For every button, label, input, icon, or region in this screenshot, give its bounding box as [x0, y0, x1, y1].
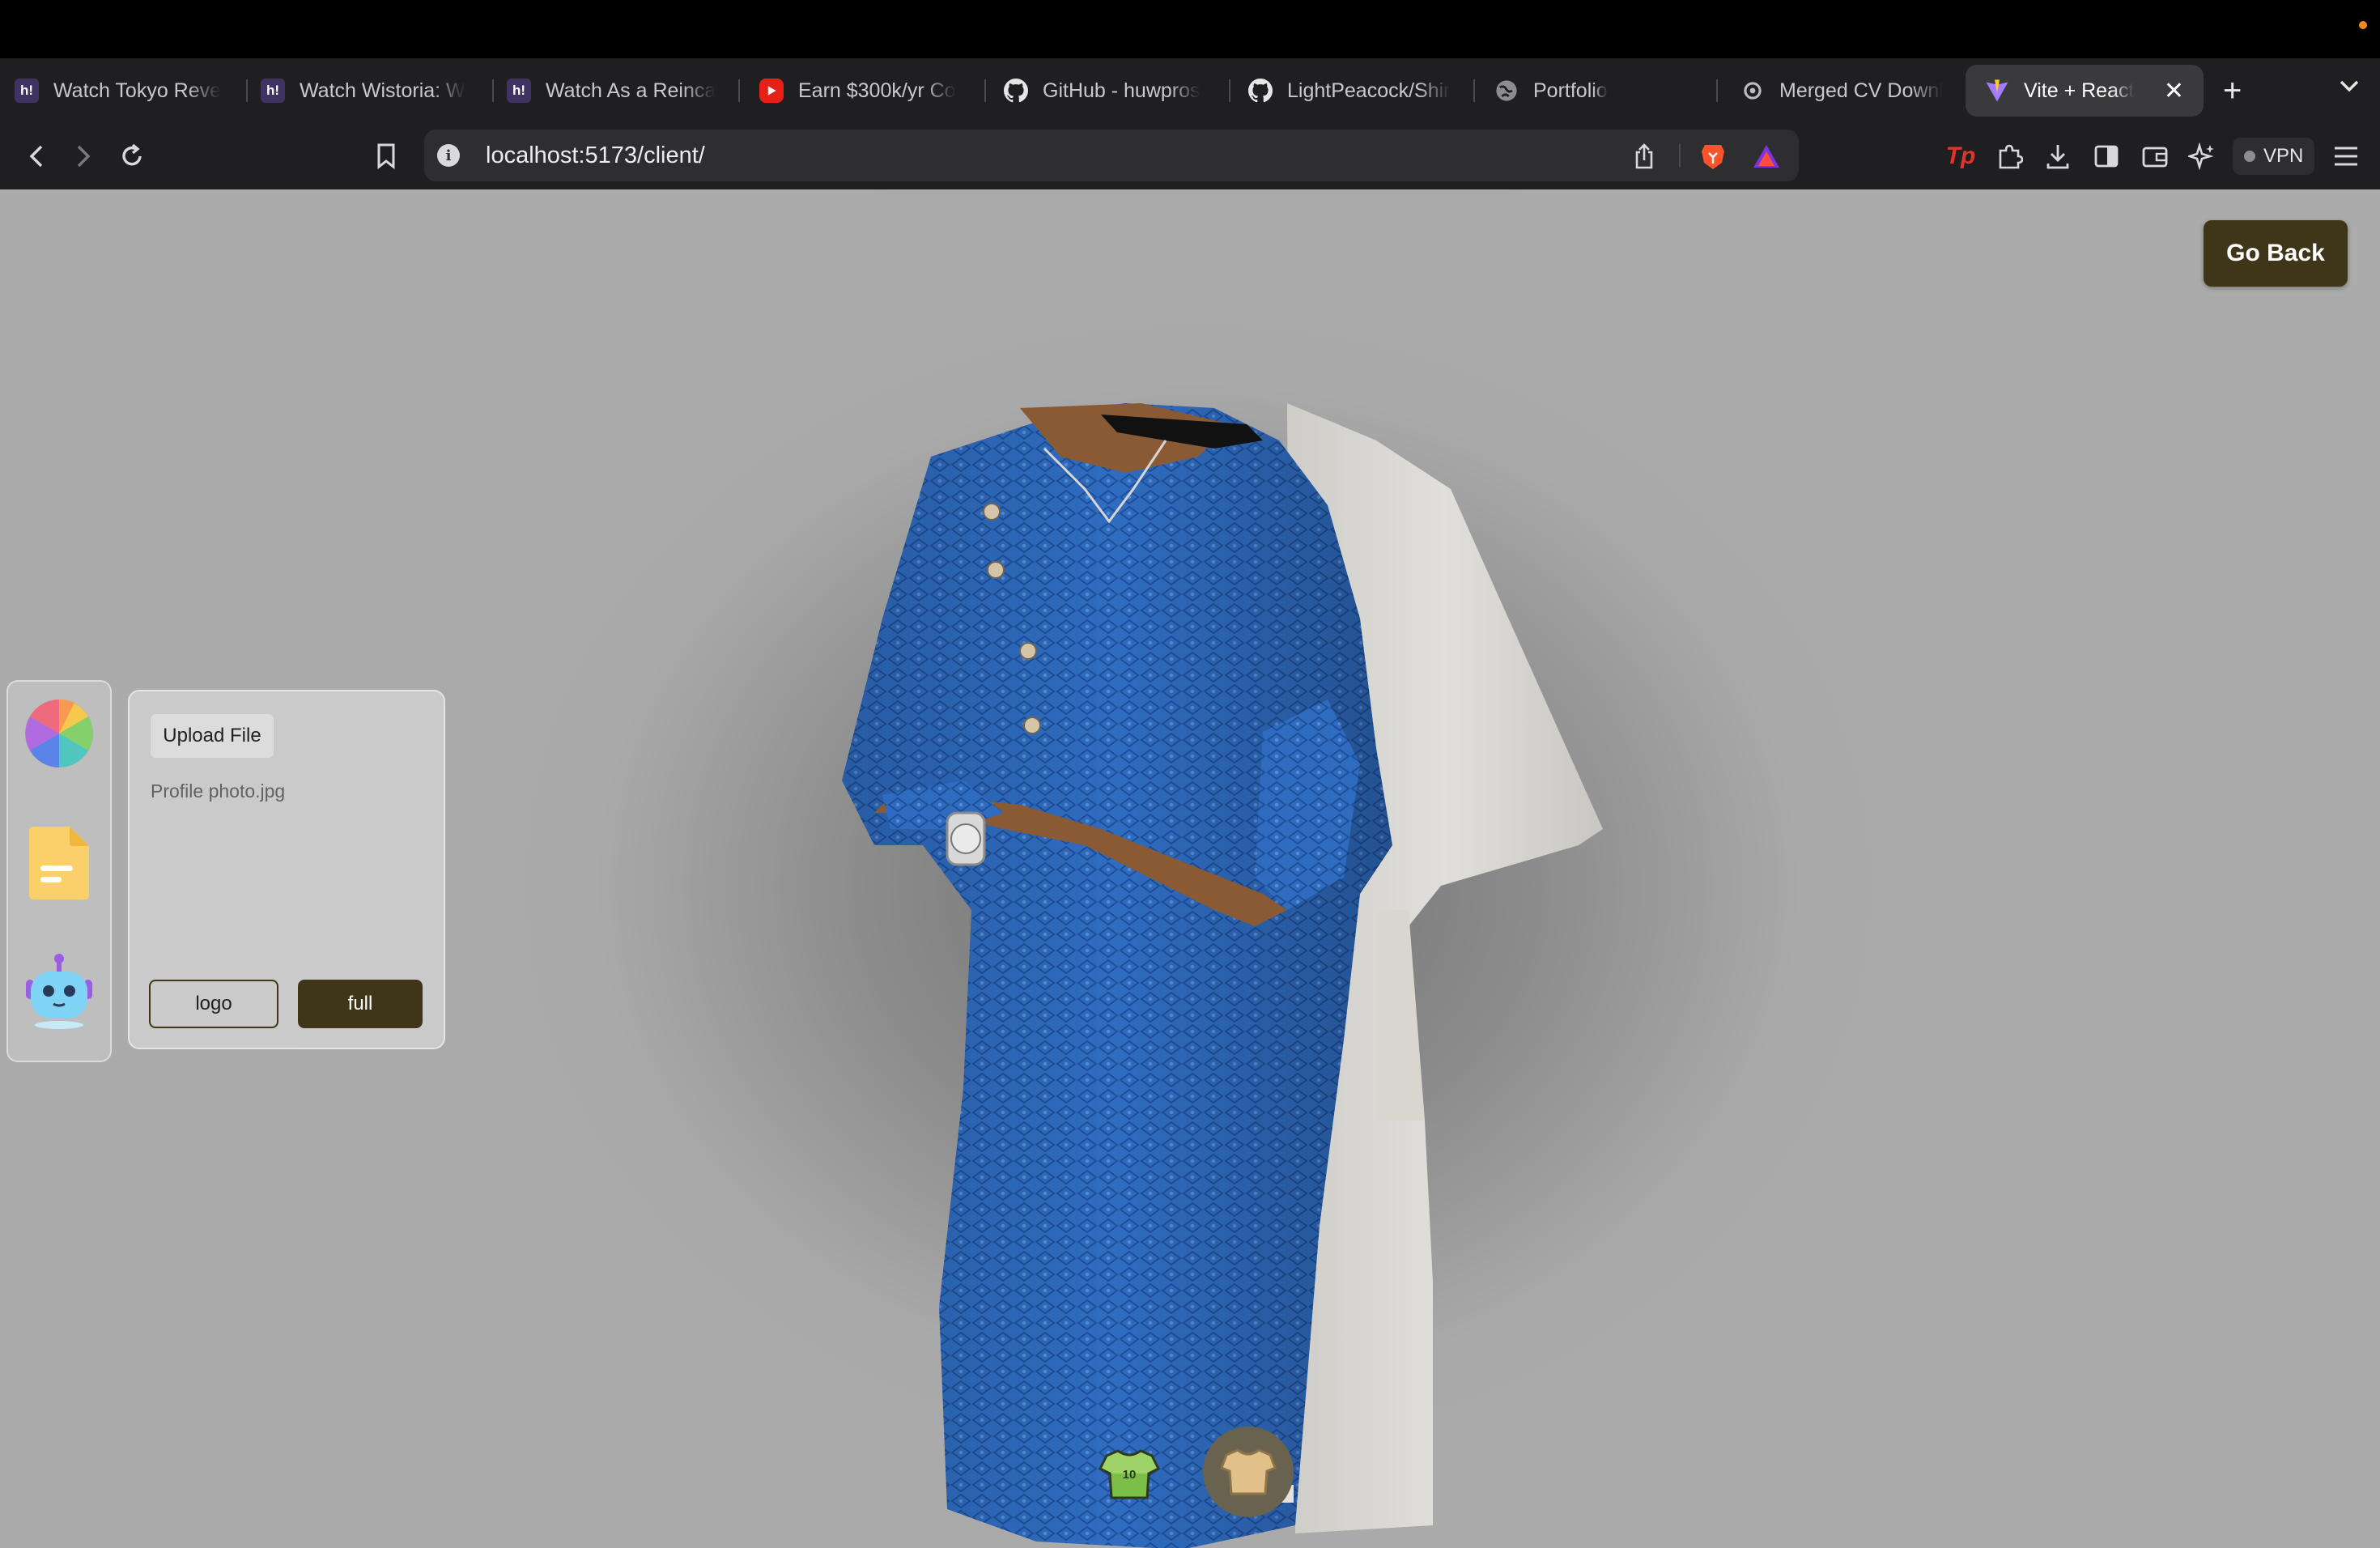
notification-dot-icon	[2359, 21, 2367, 29]
robot-icon	[26, 954, 92, 1029]
vite-icon	[1985, 79, 2009, 103]
tab-5[interactable]: GitHub - huwpros	[1004, 65, 1216, 117]
filter-tabs: 10	[1094, 1420, 1297, 1517]
ai-picker-tab[interactable]	[24, 952, 94, 1030]
tab-vite-react[interactable]: Vite + React ✕	[1966, 65, 2204, 117]
editor-tabs-sidebar	[6, 680, 112, 1062]
share-icon[interactable]	[1627, 139, 1661, 173]
tab-2[interactable]: h! Watch Wistoria: W	[261, 65, 479, 117]
file-icon	[29, 827, 89, 899]
url-text[interactable]: localhost:5173/client/	[486, 142, 705, 169]
selected-file-name: Profile photo.jpg	[151, 780, 286, 802]
stylish-shirt-tab[interactable]	[1203, 1427, 1294, 1517]
jersey-icon: 10	[1099, 1449, 1160, 1499]
new-tab-button[interactable]: +	[2223, 68, 2242, 113]
os-menu-bar	[0, 0, 2380, 58]
bookmark-icon[interactable]	[369, 139, 403, 173]
site-info-icon[interactable]: i	[437, 144, 460, 167]
tab-8[interactable]: Merged CV Downl	[1740, 65, 1943, 117]
color-wheel-icon	[25, 699, 93, 768]
apply-logo-button[interactable]: logo	[149, 980, 278, 1028]
wallet-icon[interactable]	[2137, 139, 2173, 173]
extensions-puzzle-icon[interactable]	[1991, 139, 2027, 173]
forward-icon[interactable]	[66, 139, 100, 173]
file-picker-tab[interactable]	[24, 824, 94, 902]
shirt-3d-model[interactable]	[761, 392, 1611, 1548]
tab-6[interactable]: LightPeacock/Shir	[1248, 65, 1460, 117]
brave-shields-icon[interactable]	[1695, 139, 1731, 173]
file-picker-panel: Upload File Profile photo.jpg logo full	[128, 690, 445, 1049]
tab-1[interactable]: h! Watch Tokyo Reve	[15, 65, 233, 117]
globe-icon	[1494, 79, 1519, 103]
color-picker-tab[interactable]	[24, 695, 94, 772]
go-back-button[interactable]: Go Back	[2204, 220, 2348, 287]
download-icon[interactable]	[2040, 139, 2076, 173]
back-icon[interactable]	[19, 139, 53, 173]
sidebar-toggle-icon[interactable]	[2089, 139, 2124, 173]
tab-bar: h! Watch Tokyo Reve h! Watch Wistoria: W…	[0, 58, 2380, 123]
tab-7[interactable]: Portfolio	[1494, 65, 1706, 117]
tab-3[interactable]: h! Watch As a Reinca	[507, 65, 725, 117]
tab-list-chevron-icon[interactable]	[2338, 78, 2361, 98]
openai-icon	[1740, 79, 1765, 103]
vpn-button[interactable]: VPN	[2233, 138, 2315, 175]
hianime-icon: h!	[261, 79, 285, 103]
navigation-bar: i localhost:5173/client/ Tp VPN	[0, 123, 2380, 189]
address-bar[interactable]: i localhost:5173/client/	[424, 130, 1799, 181]
hianime-icon: h!	[15, 79, 39, 103]
tab-4[interactable]: Earn $300k/yr Co	[759, 65, 971, 117]
github-icon	[1248, 79, 1273, 103]
customizer-canvas: Go Back Upload File Profile photo.jpg lo…	[0, 189, 2380, 1548]
menu-hamburger-icon[interactable]	[2328, 139, 2364, 173]
youtube-icon	[759, 79, 784, 103]
vpn-status-icon	[2244, 151, 2255, 162]
reload-icon[interactable]	[115, 139, 149, 173]
jersey-number: 10	[1123, 1468, 1137, 1482]
tp-extension-icon[interactable]: Tp	[1943, 139, 1978, 173]
logo-shirt-tab[interactable]: 10	[1094, 1440, 1164, 1509]
apply-full-button[interactable]: full	[298, 980, 423, 1028]
upload-file-button[interactable]: Upload File	[149, 712, 275, 759]
brave-rewards-icon[interactable]	[1749, 139, 1784, 173]
github-icon	[1004, 79, 1028, 103]
leo-ai-icon[interactable]	[2184, 139, 2220, 173]
close-tab-icon[interactable]: ✕	[2164, 77, 2184, 105]
tshirt-icon	[1220, 1448, 1277, 1495]
hianime-icon: h!	[507, 79, 531, 103]
